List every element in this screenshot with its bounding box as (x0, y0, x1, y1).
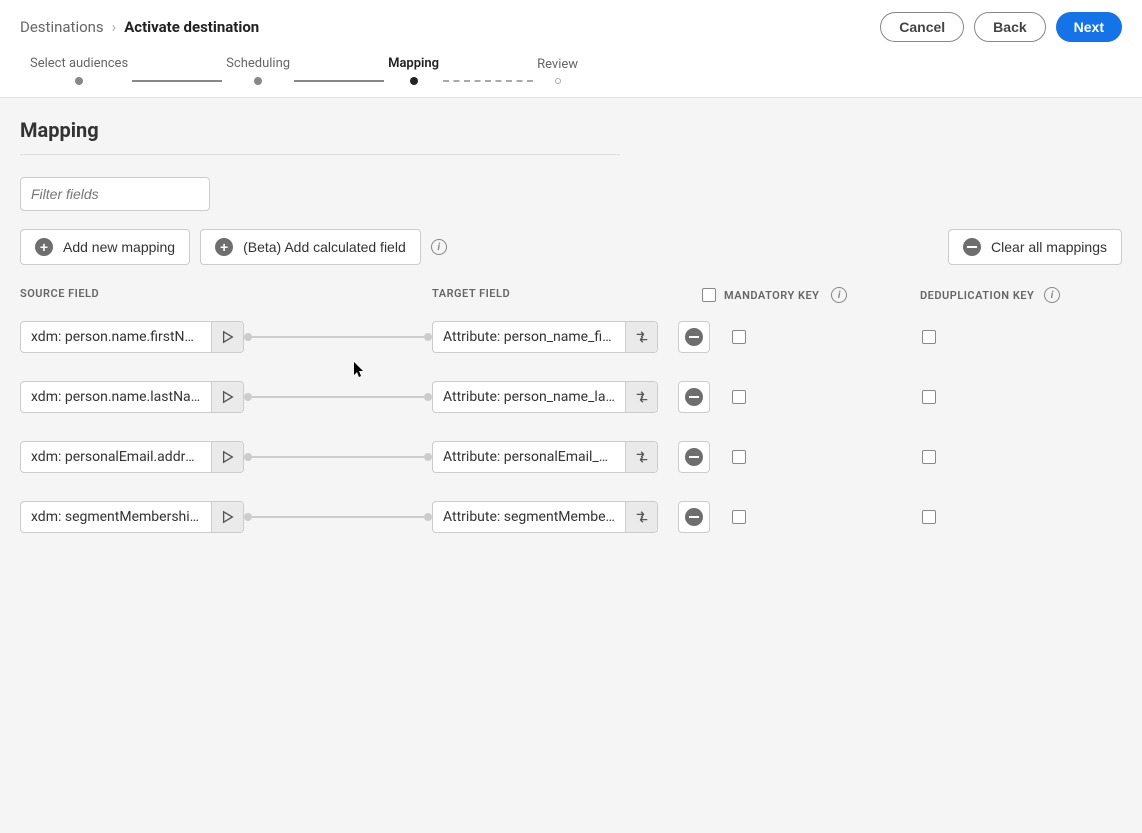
info-icon[interactable]: i (831, 287, 847, 303)
target-field: Attribute: person_name_la… (432, 381, 658, 413)
breadcrumb-current: Activate destination (124, 18, 259, 36)
button-label: Add new mapping (63, 239, 175, 255)
deduplication-key-checkbox[interactable] (922, 390, 936, 404)
step-mapping[interactable]: Mapping (388, 56, 439, 85)
target-field: Attribute: person_name_fir… (432, 321, 658, 353)
step-select-audiences[interactable]: Select audiences (30, 56, 128, 85)
target-field-text: Attribute: person_name_la… (433, 389, 625, 405)
source-field-text: xdm: segmentMembership.… (21, 509, 211, 525)
swap-target-icon[interactable] (625, 382, 657, 412)
step-line (443, 80, 533, 82)
step-dot-icon (410, 77, 418, 85)
mandatory-all-checkbox[interactable] (702, 288, 716, 302)
minus-circle-icon (685, 328, 703, 346)
target-field-text: Attribute: personalEmail_a… (433, 449, 625, 465)
mapping-connector (244, 333, 432, 341)
mapping-row: xdm: segmentMembership.… Attribute: segme… (20, 501, 1122, 533)
minus-circle-icon (685, 448, 703, 466)
add-new-mapping-button[interactable]: + Add new mapping (20, 229, 190, 265)
minus-circle-icon (685, 508, 703, 526)
source-field: xdm: segmentMembership.… (20, 501, 244, 533)
swap-target-icon[interactable] (625, 322, 657, 352)
mapping-connector (244, 513, 432, 521)
swap-target-icon[interactable] (625, 502, 657, 532)
step-dot-icon (555, 78, 561, 84)
select-source-icon[interactable] (211, 382, 243, 412)
col-target-header: TARGET FIELD (432, 287, 702, 303)
divider (20, 154, 620, 155)
select-source-icon[interactable] (211, 502, 243, 532)
source-field: xdm: person.name.firstName (20, 321, 244, 353)
step-dot-icon (75, 77, 83, 85)
header-actions: Cancel Back Next (880, 12, 1122, 42)
select-source-icon[interactable] (211, 322, 243, 352)
info-icon[interactable]: i (1044, 287, 1060, 303)
select-source-icon[interactable] (211, 442, 243, 472)
mapping-row: xdm: person.name.lastName Attribute: pers… (20, 381, 1122, 413)
col-mandatory-header: MANDATORY KEY (724, 289, 819, 302)
mandatory-key-checkbox[interactable] (732, 390, 746, 404)
swap-target-icon[interactable] (625, 442, 657, 472)
remove-mapping-button[interactable] (678, 381, 710, 413)
chevron-right-icon: › (112, 18, 117, 36)
cancel-button[interactable]: Cancel (880, 12, 964, 42)
filter-fields-input[interactable] (20, 177, 210, 211)
remove-mapping-button[interactable] (678, 501, 710, 533)
target-field-text: Attribute: person_name_fir… (433, 329, 625, 345)
source-field-text: xdm: person.name.lastName (21, 389, 211, 405)
button-label: (Beta) Add calculated field (243, 239, 406, 255)
breadcrumb: Destinations › Activate destination (20, 18, 259, 36)
step-line (132, 80, 222, 82)
page-title: Mapping (20, 118, 1122, 142)
source-field-text: xdm: personalEmail.address (21, 449, 211, 465)
deduplication-key-checkbox[interactable] (922, 510, 936, 524)
mapping-row: xdm: personalEmail.address Attribute: per… (20, 441, 1122, 473)
mapping-row: xdm: person.name.firstName Attribute: per… (20, 321, 1122, 353)
minus-circle-icon (685, 388, 703, 406)
step-dot-icon (254, 77, 262, 85)
source-field: xdm: person.name.lastName (20, 381, 244, 413)
mapping-connector (244, 393, 432, 401)
step-line (294, 80, 384, 82)
deduplication-key-checkbox[interactable] (922, 450, 936, 464)
col-dedup-header: DEDUPLICATION KEY (920, 289, 1034, 302)
step-review[interactable]: Review (537, 57, 578, 84)
source-field: xdm: personalEmail.address (20, 441, 244, 473)
remove-mapping-button[interactable] (678, 321, 710, 353)
clear-all-mappings-button[interactable]: Clear all mappings (948, 229, 1122, 265)
back-button[interactable]: Back (974, 12, 1045, 42)
step-scheduling[interactable]: Scheduling (226, 56, 290, 85)
stepper: Select audiences Scheduling Mapping Revi… (20, 56, 1122, 97)
target-field: Attribute: segmentMember… (432, 501, 658, 533)
remove-mapping-button[interactable] (678, 441, 710, 473)
add-calculated-field-button[interactable]: + (Beta) Add calculated field (200, 229, 421, 265)
plus-circle-icon: + (35, 238, 53, 256)
target-field-text: Attribute: segmentMember… (433, 509, 625, 525)
plus-circle-icon: + (215, 238, 233, 256)
mandatory-key-checkbox[interactable] (732, 330, 746, 344)
step-label: Select audiences (30, 56, 128, 71)
next-button[interactable]: Next (1056, 12, 1122, 42)
step-label: Scheduling (226, 56, 290, 71)
mapping-connector (244, 453, 432, 461)
deduplication-key-checkbox[interactable] (922, 330, 936, 344)
info-icon[interactable]: i (431, 239, 447, 255)
step-label: Mapping (388, 56, 439, 71)
target-field: Attribute: personalEmail_a… (432, 441, 658, 473)
col-source-header: SOURCE FIELD (20, 287, 432, 303)
step-label: Review (537, 57, 578, 72)
mandatory-key-checkbox[interactable] (732, 450, 746, 464)
breadcrumb-root[interactable]: Destinations (20, 18, 104, 36)
columns-header: SOURCE FIELD TARGET FIELD MANDATORY KEY … (20, 287, 1122, 303)
mandatory-key-checkbox[interactable] (732, 510, 746, 524)
button-label: Clear all mappings (991, 239, 1107, 255)
minus-circle-icon (963, 238, 981, 256)
source-field-text: xdm: person.name.firstName (21, 329, 211, 345)
